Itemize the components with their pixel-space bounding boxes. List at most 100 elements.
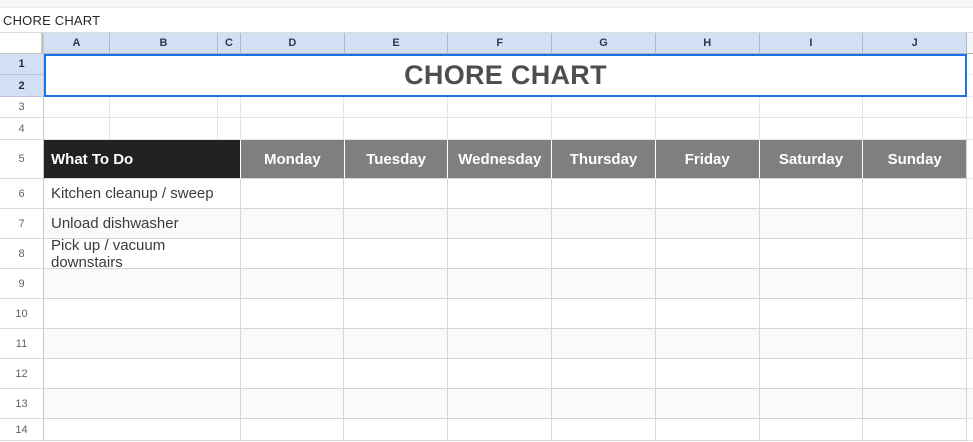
- grid-cell[interactable]: [863, 389, 967, 419]
- grid-cell[interactable]: [760, 97, 863, 118]
- grid-cell[interactable]: [863, 329, 967, 359]
- column-header-i[interactable]: I: [759, 33, 864, 54]
- grid-cell[interactable]: [760, 299, 863, 329]
- row-header-4[interactable]: 4: [0, 118, 44, 140]
- row-header-10[interactable]: 10: [0, 299, 44, 329]
- grid-cell[interactable]: [552, 329, 656, 359]
- column-header-e[interactable]: E: [344, 33, 449, 54]
- grid-cell[interactable]: [241, 239, 344, 269]
- grid-cell[interactable]: [448, 359, 552, 389]
- title-cell[interactable]: CHORE CHART: [44, 54, 967, 97]
- column-header-h[interactable]: H: [655, 33, 760, 54]
- grid-cell[interactable]: [552, 299, 656, 329]
- row-header-13[interactable]: 13: [0, 389, 44, 419]
- grid-cell[interactable]: [448, 269, 552, 299]
- grid-cell[interactable]: [241, 209, 344, 239]
- grid-cell[interactable]: [656, 389, 760, 419]
- chore-cell[interactable]: Kitchen cleanup / sweep: [44, 179, 241, 209]
- grid-cell[interactable]: [241, 118, 344, 140]
- chore-cell[interactable]: [44, 389, 241, 419]
- grid-cell[interactable]: [656, 419, 760, 441]
- grid-cell[interactable]: [241, 97, 344, 118]
- grid-cell[interactable]: [656, 299, 760, 329]
- grid-cell[interactable]: [552, 419, 656, 441]
- grid-cell[interactable]: [241, 419, 344, 441]
- grid-cell[interactable]: [44, 118, 110, 140]
- select-all-corner[interactable]: [0, 33, 44, 54]
- grid-cell[interactable]: [218, 97, 241, 118]
- grid-cell[interactable]: [863, 179, 967, 209]
- grid-cell[interactable]: [863, 299, 967, 329]
- grid-cell[interactable]: [552, 97, 656, 118]
- grid-cell[interactable]: [863, 118, 967, 140]
- grid-cell[interactable]: [552, 118, 656, 140]
- day-header-tuesday[interactable]: Tuesday: [344, 140, 449, 179]
- day-header-sunday[interactable]: Sunday: [863, 140, 968, 179]
- row-header-5[interactable]: 5: [0, 140, 44, 179]
- grid-cell[interactable]: [110, 97, 218, 118]
- grid-cell[interactable]: [656, 209, 760, 239]
- grid-cell[interactable]: [552, 179, 656, 209]
- day-header-friday[interactable]: Friday: [655, 140, 760, 179]
- grid-cell[interactable]: [760, 269, 863, 299]
- column-header-d[interactable]: D: [241, 33, 345, 54]
- row-header-1[interactable]: 1: [0, 54, 44, 75]
- chore-cell[interactable]: [44, 299, 241, 329]
- grid-cell[interactable]: [241, 299, 344, 329]
- chore-cell[interactable]: Unload dishwasher: [44, 209, 241, 239]
- grid-cell[interactable]: [344, 359, 448, 389]
- column-header-c[interactable]: C: [218, 33, 241, 54]
- grid-cell[interactable]: [760, 419, 863, 441]
- grid-cell[interactable]: [241, 179, 344, 209]
- grid-cell[interactable]: [863, 269, 967, 299]
- grid-cell[interactable]: [552, 269, 656, 299]
- grid-cell[interactable]: [760, 239, 863, 269]
- grid-cell[interactable]: [344, 269, 448, 299]
- grid-cell[interactable]: [760, 179, 863, 209]
- row-header-6[interactable]: 6: [0, 179, 44, 209]
- grid-cell[interactable]: [448, 97, 552, 118]
- grid-cell[interactable]: [552, 359, 656, 389]
- grid-cell[interactable]: [344, 389, 448, 419]
- what-to-do-header-cell[interactable]: What To Do: [44, 140, 241, 179]
- grid-cell[interactable]: [241, 329, 344, 359]
- grid-cell[interactable]: [448, 389, 552, 419]
- grid-cell[interactable]: [448, 239, 552, 269]
- grid-cell[interactable]: [448, 209, 552, 239]
- row-header-7[interactable]: 7: [0, 209, 44, 239]
- grid-cell[interactable]: [656, 239, 760, 269]
- day-header-saturday[interactable]: Saturday: [759, 140, 864, 179]
- grid-cell[interactable]: [344, 329, 448, 359]
- grid-cell[interactable]: [344, 239, 448, 269]
- grid-cell[interactable]: [760, 359, 863, 389]
- grid-cell[interactable]: [552, 239, 656, 269]
- grid-cell[interactable]: [863, 359, 967, 389]
- chore-cell[interactable]: [44, 359, 241, 389]
- chore-cell[interactable]: [44, 269, 241, 299]
- grid-cell[interactable]: [344, 179, 448, 209]
- grid-cell[interactable]: [656, 359, 760, 389]
- column-header-f[interactable]: F: [448, 33, 553, 54]
- day-header-monday[interactable]: Monday: [241, 140, 345, 179]
- row-header-9[interactable]: 9: [0, 269, 44, 299]
- row-header-14[interactable]: 14: [0, 419, 44, 441]
- grid-cell[interactable]: [448, 329, 552, 359]
- grid-cell[interactable]: [44, 97, 110, 118]
- row-header-12[interactable]: 12: [0, 359, 44, 389]
- grid-cell[interactable]: [448, 118, 552, 140]
- grid-cell[interactable]: [656, 329, 760, 359]
- grid-cell[interactable]: [448, 299, 552, 329]
- grid-cell[interactable]: [344, 299, 448, 329]
- chore-cell[interactable]: [44, 329, 241, 359]
- grid-cell[interactable]: [448, 419, 552, 441]
- grid-cell[interactable]: [656, 179, 760, 209]
- grid-cell[interactable]: [863, 209, 967, 239]
- grid-cell[interactable]: [656, 269, 760, 299]
- grid-cell[interactable]: [448, 179, 552, 209]
- row-header-8[interactable]: 8: [0, 239, 44, 269]
- day-header-thursday[interactable]: Thursday: [552, 140, 656, 179]
- column-header-j[interactable]: J: [863, 33, 968, 54]
- grid-cell[interactable]: [241, 389, 344, 419]
- grid-cell[interactable]: [656, 97, 760, 118]
- grid-cell[interactable]: [241, 269, 344, 299]
